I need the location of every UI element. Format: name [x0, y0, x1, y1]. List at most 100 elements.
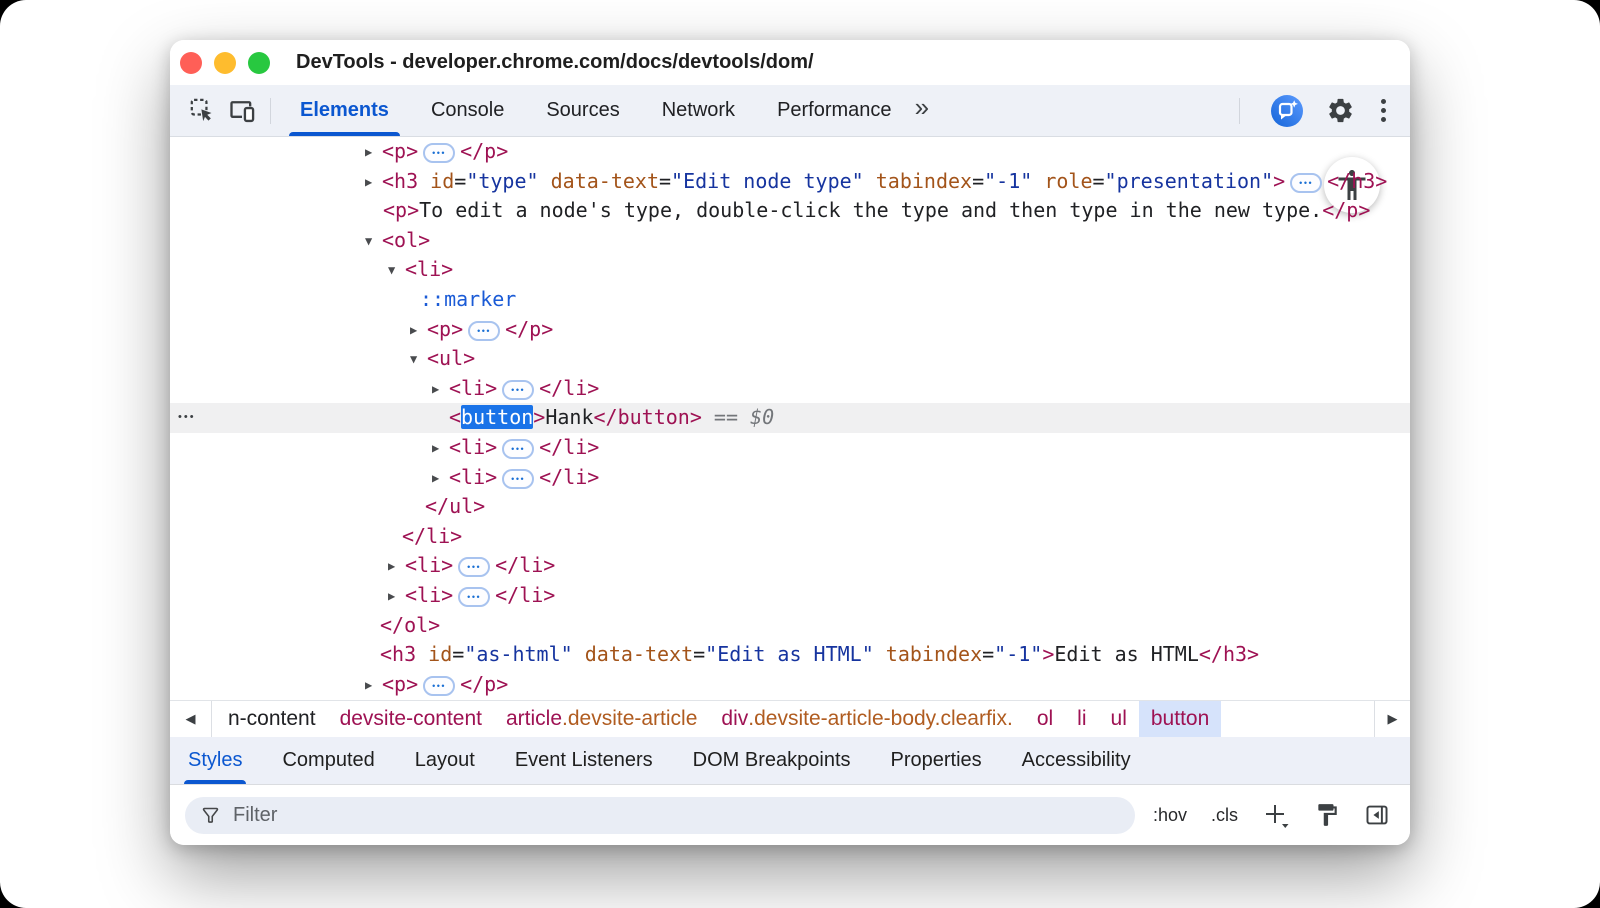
dom-tree-row[interactable]: </ol>	[170, 611, 1410, 641]
collapsed-children-ellipsis-icon[interactable]: •••	[502, 439, 534, 459]
tab-elements[interactable]: Elements	[279, 85, 410, 136]
expand-arrow-icon[interactable]: ▶	[410, 316, 427, 346]
breadcrumb-item-li[interactable]: li	[1065, 701, 1098, 737]
dom-tree-row[interactable]: ▶<li>•••</li>	[170, 463, 1410, 493]
dom-tree-row[interactable]: ▼<li>	[170, 255, 1410, 285]
expand-arrow-icon[interactable]: ▼	[410, 345, 427, 375]
inspect-element-icon[interactable]	[182, 91, 222, 131]
dom-tree-row[interactable]: ▶<li>•••</li>	[170, 433, 1410, 463]
sidebar-tab-dom-breakpoints[interactable]: DOM Breakpoints	[693, 737, 851, 784]
breadcrumb-item-button[interactable]: button	[1139, 701, 1221, 737]
collapsed-children-ellipsis-icon[interactable]: •••	[423, 143, 455, 163]
toggle-sidebar-panel-icon[interactable]	[1364, 802, 1390, 828]
dom-token-plain: =	[454, 169, 466, 193]
expand-arrow-icon[interactable]: ▶	[432, 375, 449, 405]
sidebar-tabs: Styles Computed Layout Event Listeners DOM B…	[170, 737, 1410, 785]
dom-token-tag: </li>	[539, 435, 599, 459]
expand-arrow-icon[interactable]: ▶	[388, 552, 405, 582]
breadcrumb-item-n-content[interactable]: n-content	[216, 701, 328, 737]
dom-tree-row[interactable]: ▶<p>•••</p>	[170, 315, 1410, 345]
dom-tree-row[interactable]: <h3 id="as-html" data-text="Edit as HTML…	[170, 640, 1410, 670]
breadcrumb-item-ol[interactable]: ol	[1025, 701, 1065, 737]
expand-arrow-icon[interactable]: ▶	[365, 168, 382, 198]
dom-token-plain: =	[452, 642, 464, 666]
filter-placeholder: Filter	[233, 804, 277, 827]
more-tabs-icon[interactable]: »	[913, 92, 939, 129]
dom-tree-row[interactable]: ▶<li>•••</li>	[170, 374, 1410, 404]
new-style-rule-plus-icon[interactable]	[1262, 801, 1290, 829]
dom-token-tag: </p>	[460, 139, 508, 163]
filter-input[interactable]: Filter	[185, 797, 1135, 834]
traffic-lights	[180, 52, 270, 74]
dom-token-tag: </p>	[460, 672, 508, 696]
settings-gear-icon[interactable]	[1326, 96, 1355, 125]
more-options-kebab-icon[interactable]	[1377, 95, 1390, 126]
breadcrumb-list: n-contentdevsite-contentarticle.devsite-…	[212, 701, 1374, 737]
dom-token-tag: <li>	[449, 376, 497, 400]
left-arrow-icon: ◀	[186, 711, 196, 727]
dom-tree-row[interactable]: ▶<h3 id="type" data-text="Edit node type…	[170, 167, 1410, 197]
dom-tree: ▶<p>•••</p>▶<h3 id="type" data-text="Edi…	[170, 137, 1410, 700]
row-options-ellipsis-icon[interactable]: •••	[178, 403, 196, 433]
expand-arrow-icon[interactable]: ▶	[365, 671, 382, 700]
paint-brush-icon[interactable]	[1314, 802, 1340, 828]
ai-assistance-icon[interactable]	[1270, 94, 1304, 128]
dom-token-attr: data-text	[551, 169, 659, 193]
dom-token-plain: =	[659, 169, 671, 193]
tab-performance[interactable]: Performance	[756, 85, 913, 136]
tab-sources[interactable]: Sources	[525, 85, 640, 136]
dom-tree-row[interactable]: ▶<li>•••</li>	[170, 581, 1410, 611]
expand-arrow-icon[interactable]: ▼	[388, 256, 405, 286]
collapsed-children-ellipsis-icon[interactable]: •••	[502, 380, 534, 400]
zoom-button[interactable]	[248, 52, 270, 74]
dom-tree-row[interactable]: <p>To edit a node's type, double-click t…	[170, 196, 1410, 226]
dom-token-val: "Edit as HTML"	[705, 642, 874, 666]
collapsed-children-ellipsis-icon[interactable]: •••	[502, 469, 534, 489]
dom-tree-row[interactable]: ▶<p>•••</p>	[170, 670, 1410, 700]
dom-tree-row[interactable]: ▼<ul>	[170, 344, 1410, 374]
breadcrumb-item-article[interactable]: article.devsite-article	[494, 701, 709, 737]
minimize-button[interactable]	[214, 52, 236, 74]
dom-token-tag: <li>	[449, 465, 497, 489]
dom-token-plain: =	[1093, 169, 1105, 193]
dom-tree-row[interactable]: </ul>	[170, 492, 1410, 522]
dom-token-tag: <li>	[405, 583, 453, 607]
sidebar-tab-computed[interactable]: Computed	[282, 737, 374, 784]
dom-token-plain	[416, 642, 428, 666]
breadcrumb-item-devsite-content[interactable]: devsite-content	[328, 701, 494, 737]
sidebar-tab-properties[interactable]: Properties	[891, 737, 982, 784]
sidebar-tab-accessibility[interactable]: Accessibility	[1022, 737, 1131, 784]
sidebar-tab-styles[interactable]: Styles	[188, 737, 242, 784]
dom-tree-row[interactable]: ▶<p>•••</p>	[170, 137, 1410, 167]
breadcrumb-item-ul[interactable]: ul	[1099, 701, 1139, 737]
breadcrumb-item-div[interactable]: div.devsite-article-body.clearfix.	[709, 701, 1024, 737]
sidebar-tab-event-listeners[interactable]: Event Listeners	[515, 737, 653, 784]
expand-arrow-icon[interactable]: ▶	[432, 464, 449, 494]
tab-network[interactable]: Network	[641, 85, 756, 136]
expand-arrow-icon[interactable]: ▶	[432, 434, 449, 464]
collapsed-children-ellipsis-icon[interactable]: •••	[458, 557, 490, 577]
dom-token-tag: >	[1273, 169, 1285, 193]
expand-arrow-icon[interactable]: ▼	[365, 227, 382, 257]
toggle-element-state-hov[interactable]: :hov	[1153, 805, 1187, 826]
close-button[interactable]	[180, 52, 202, 74]
dom-token-val: "type"	[466, 169, 538, 193]
collapsed-children-ellipsis-icon[interactable]: •••	[458, 587, 490, 607]
dom-tree-row[interactable]: </li>	[170, 522, 1410, 552]
tab-console[interactable]: Console	[410, 85, 525, 136]
expand-arrow-icon[interactable]: ▶	[365, 138, 382, 168]
collapsed-children-ellipsis-icon[interactable]: •••	[1290, 173, 1322, 193]
collapsed-children-ellipsis-icon[interactable]: •••	[423, 676, 455, 696]
devtools-window: DevTools - developer.chrome.com/docs/dev…	[170, 40, 1410, 845]
device-toolbar-icon[interactable]	[222, 91, 262, 131]
dom-tree-row[interactable]: ▼<ol>	[170, 226, 1410, 256]
dom-tree-row[interactable]: ▶<li>•••</li>	[170, 551, 1410, 581]
dom-tree-row[interactable]: ::marker	[170, 285, 1410, 315]
expand-arrow-icon[interactable]: ▶	[388, 582, 405, 612]
breadcrumb-scroll-left-icon[interactable]: ◀	[170, 701, 212, 737]
toggle-element-classes-cls[interactable]: .cls	[1211, 805, 1238, 826]
dom-tree-row-selected[interactable]: •••<button>Hank</button> == $0	[170, 403, 1410, 433]
collapsed-children-ellipsis-icon[interactable]: •••	[468, 321, 500, 341]
breadcrumb-scroll-right-icon[interactable]: ▶	[1374, 701, 1410, 737]
sidebar-tab-layout[interactable]: Layout	[415, 737, 475, 784]
